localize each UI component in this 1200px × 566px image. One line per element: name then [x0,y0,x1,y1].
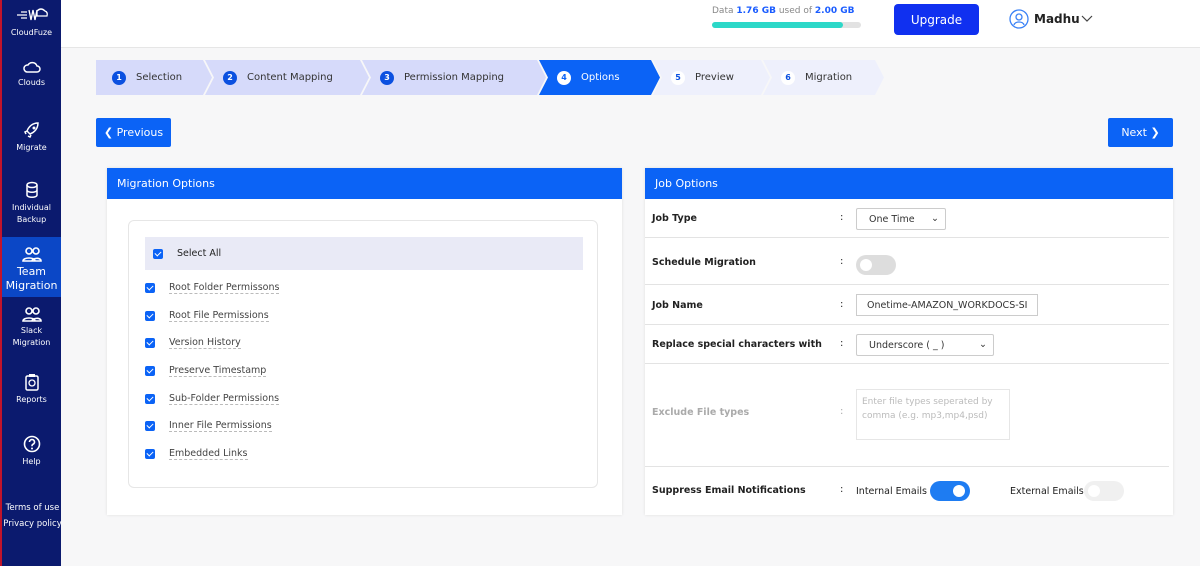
users-icon [21,247,42,262]
job-name-label: Job Name [652,300,703,311]
job-type-row: Job Type: One Time ⌄ [645,199,1169,238]
user-menu[interactable]: Madhu [1009,9,1093,29]
internal-emails-label: Internal Emails [856,486,927,497]
option-label: Version History [169,337,241,349]
migration-option-checkbox[interactable]: Preserve Timestamp [145,365,267,377]
previous-button[interactable]: ❮ Previous [96,118,171,147]
suppress-label: Suppress Email Notifications [652,485,806,496]
step-content-mapping[interactable]: 2 Content Mapping [205,60,369,95]
option-label: Preserve Timestamp [169,365,267,377]
checkbox-checked[interactable] [153,248,163,259]
checkbox-checked[interactable] [145,366,155,376]
exclude-file-types-input[interactable]: Enter file types seperated by comma (e.g… [856,389,1010,440]
option-label: Root Folder Permissons [169,282,280,294]
job-type-select[interactable]: One Time ⌄ [856,208,946,230]
sidebar-item-label: Help [22,457,41,466]
chevron-left-icon: ❮ [103,126,114,139]
option-label: Root File Permissions [169,310,269,322]
sidebar-item-team-migration[interactable]: Team Migration [2,237,61,297]
sidebar-item-label: Clouds [17,78,46,87]
storage-usage-fill [712,22,844,28]
chevron-down-icon: ⌄ [979,339,987,350]
migration-option-checkbox[interactable]: Root Folder Permissons [145,282,280,294]
terms-link[interactable]: Terms of use [2,500,63,516]
checkbox-checked[interactable] [145,311,155,321]
chevron-down-icon: ⌄ [931,213,939,224]
job-name-row: Job Name: Onetime-AMAZON_WORKDOCS-SI [645,285,1169,325]
step-selection[interactable]: 1 Selection [96,60,212,95]
sidebar-item-label: Team Migration [5,265,58,292]
rocket-icon [23,122,39,139]
select-all-checkbox[interactable]: Select All [145,237,583,270]
replace-label: Replace special characters with [652,339,822,350]
migration-option-checkbox[interactable]: Inner File Permissions [145,420,272,432]
step-preview[interactable]: 5 Preview [653,60,770,95]
sidebar-item-slack-migration[interactable]: Slack Migration [2,306,61,349]
schedule-toggle[interactable] [856,255,896,275]
step-options[interactable]: 4 Options [539,60,660,95]
schedule-row: Schedule Migration: [645,238,1169,285]
next-button[interactable]: Next ❯ [1108,118,1173,147]
cloudfuze-logo-icon [16,8,48,21]
cloud-icon [22,61,41,73]
migration-option-checkbox[interactable]: Root File Permissions [145,310,269,322]
chevron-right-icon: ❯ [1150,126,1160,139]
sidebar-item-label: Individual Backup [12,203,51,224]
sidebar: CloudFuze Clouds Migrate Individual Back… [0,0,63,566]
chevron-down-icon [1081,15,1093,22]
sidebar-item-reports[interactable]: Reports [2,373,61,406]
checkbox-checked[interactable] [145,449,155,459]
sidebar-item-clouds[interactable]: Clouds [2,60,61,89]
migration-option-checkbox[interactable]: Version History [145,337,241,349]
database-icon [25,181,38,198]
external-emails-toggle[interactable] [1084,481,1124,501]
sidebar-item-label: Slack Migration [12,326,51,347]
option-label: Inner File Permissions [169,420,272,432]
sidebar-item-migrate[interactable]: Migrate [2,121,61,154]
internal-emails-toggle[interactable] [930,481,970,501]
checkbox-checked[interactable] [145,421,155,431]
step-permission-mapping[interactable]: 3 Permission Mapping [362,60,546,95]
storage-usage-text: Data 1.76 GB used of 2.00 GB [712,6,855,16]
clipboard-icon [24,374,39,391]
user-avatar-icon [1009,9,1029,29]
exclude-label: Exclude File types [652,407,750,418]
migration-option-checkbox[interactable]: Sub-Folder Permissions [145,393,280,405]
migration-stepper: 1 Selection 2 Content Mapping 3 Permission … [96,60,877,95]
job-options-panel: Job Options Job Type: One Time ⌄ Schedule… [645,168,1173,515]
migration-option-checkbox[interactable]: Embedded Links [145,448,248,460]
option-label: Sub-Folder Permissions [169,393,280,405]
suppress-row: Suppress Email Notifications: Internal E… [645,467,1169,515]
checkbox-checked[interactable] [145,394,155,404]
upgrade-button[interactable]: Upgrade [894,4,979,35]
brand-logo[interactable]: CloudFuze [2,6,61,39]
privacy-link[interactable]: Privacy policy [2,516,63,532]
option-label: Embedded Links [169,448,248,460]
help-icon [23,435,40,453]
schedule-label: Schedule Migration [652,257,756,268]
brand-name: CloudFuze [10,28,53,37]
sidebar-item-help[interactable]: Help [2,435,61,468]
user-name: Madhu [1034,12,1080,26]
replace-select[interactable]: Underscore ( _ ) ⌄ [856,334,994,356]
migration-options-panel: Migration Options Select All Root Folder… [107,168,622,515]
panel-title: Migration Options [107,168,622,199]
replace-row: Replace special characters with: Undersc… [645,325,1169,364]
sidebar-item-label: Reports [16,395,47,404]
job-type-label: Job Type [652,213,697,224]
job-name-input[interactable]: Onetime-AMAZON_WORKDOCS-SI [856,294,1038,316]
step-migration[interactable]: 6 Migration [763,60,884,95]
sidebar-item-individual-backup[interactable]: Individual Backup [2,181,61,226]
users-icon [21,307,42,322]
external-emails-label: External Emails [1010,486,1084,497]
sidebar-item-label: Migrate [16,143,47,152]
checkbox-checked[interactable] [145,283,155,293]
panel-title: Job Options [645,168,1173,199]
checkbox-checked[interactable] [145,338,155,348]
exclude-row: Exclude File types: Enter file types sep… [645,364,1169,467]
storage-usage-bar [712,22,861,28]
